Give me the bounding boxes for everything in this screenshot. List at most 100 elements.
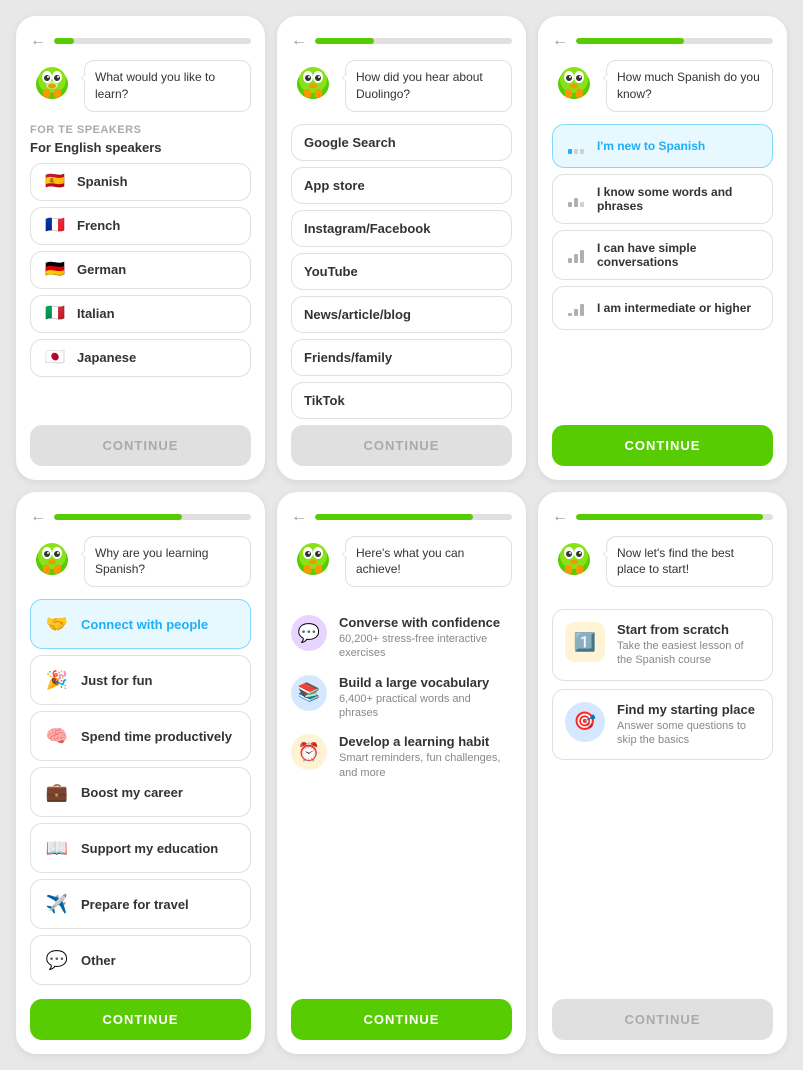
achievement-habit: ⏰ Develop a learning habit Smart reminde… <box>291 734 512 780</box>
progress-bg-4 <box>54 514 251 520</box>
lang-german[interactable]: 🇩🇪 German <box>30 251 251 289</box>
mascot-row-5: Here's what you can achieve! <box>291 536 512 588</box>
speech-bubble-5: Here's what you can achieve! <box>345 536 512 588</box>
continue-btn-4[interactable]: CONTINUE <box>30 999 251 1040</box>
continue-btn-2[interactable]: CONTINUE <box>291 425 512 466</box>
goal-label-fun: Just for fun <box>81 673 153 688</box>
bars-icon-1 <box>565 135 587 157</box>
source-instagram[interactable]: Instagram/Facebook <box>291 210 512 247</box>
goal-emoji-education: 📖 <box>43 834 71 862</box>
progress-fill-1 <box>54 38 74 44</box>
goal-options: 🤝 Connect with people 🎉 Just for fun 🧠 S… <box>30 599 251 991</box>
top-bar-2: ← <box>291 32 512 50</box>
source-youtube[interactable]: YouTube <box>291 253 512 290</box>
mascot-row-4: Why are you learning Spanish? <box>30 536 251 588</box>
achieve-icon-vocab: 📚 <box>291 675 327 711</box>
lang-label-german: German <box>77 262 126 277</box>
goal-career[interactable]: 💼 Boost my career <box>30 767 251 817</box>
bars-icon-3 <box>565 244 587 266</box>
progress-fill-6 <box>576 514 763 520</box>
flag-italian: 🇮🇹 <box>43 306 67 322</box>
start-find[interactable]: 🎯 Find my starting place Answer some que… <box>552 689 773 761</box>
back-arrow-5[interactable]: ← <box>291 508 307 526</box>
section-top-label: For te speakers <box>30 124 251 136</box>
progress-bg-5 <box>315 514 512 520</box>
continue-btn-6[interactable]: CONTINUE <box>552 999 773 1040</box>
level-conversations[interactable]: I can have simple conversations <box>552 230 773 280</box>
mascot-4 <box>30 536 74 580</box>
level-conversations-label: I can have simple conversations <box>597 241 760 269</box>
level-some-words[interactable]: I know some words and phrases <box>552 174 773 224</box>
mascot-5 <box>291 536 335 580</box>
lang-japanese[interactable]: 🇯🇵 Japanese <box>30 339 251 377</box>
mascot-row-2: How did you hear about Duolingo? <box>291 60 512 112</box>
goal-other[interactable]: 💬 Other <box>30 935 251 985</box>
start-icon-scratch: 1️⃣ <box>565 622 605 662</box>
lang-italian[interactable]: 🇮🇹 Italian <box>30 295 251 333</box>
source-appstore[interactable]: App store <box>291 167 512 204</box>
bars-icon-4 <box>565 297 587 319</box>
source-tiktok[interactable]: TikTok <box>291 382 512 419</box>
source-google[interactable]: Google Search <box>291 124 512 161</box>
goal-emoji-fun: 🎉 <box>43 666 71 694</box>
back-arrow-6[interactable]: ← <box>552 508 568 526</box>
goal-emoji-productive: 🧠 <box>43 722 71 750</box>
back-arrow-4[interactable]: ← <box>30 508 46 526</box>
goal-emoji-travel: ✈️ <box>43 890 71 918</box>
flag-japanese: 🇯🇵 <box>43 350 67 366</box>
achievement-vocab: 📚 Build a large vocabulary 6,400+ practi… <box>291 675 512 721</box>
goal-connect[interactable]: 🤝 Connect with people <box>30 599 251 649</box>
level-some-words-label: I know some words and phrases <box>597 185 760 213</box>
bars-icon-2 <box>565 188 587 210</box>
goal-emoji-career: 💼 <box>43 778 71 806</box>
start-scratch[interactable]: 1️⃣ Start from scratch Take the easiest … <box>552 609 773 681</box>
continue-btn-5[interactable]: CONTINUE <box>291 999 512 1040</box>
goal-fun[interactable]: 🎉 Just for fun <box>30 655 251 705</box>
goal-travel[interactable]: ✈️ Prepare for travel <box>30 879 251 929</box>
goal-label-career: Boost my career <box>81 785 183 800</box>
level-intermediate[interactable]: I am intermediate or higher <box>552 286 773 330</box>
card-achieve: ← <box>277 492 526 1055</box>
progress-bg-2 <box>315 38 512 44</box>
goal-education[interactable]: 📖 Support my education <box>30 823 251 873</box>
achievement-converse: 💬 Converse with confidence 60,200+ stres… <box>291 615 512 661</box>
source-news[interactable]: News/article/blog <box>291 296 512 333</box>
back-arrow-1[interactable]: ← <box>30 32 46 50</box>
speech-bubble-3: How much Spanish do you know? <box>606 60 773 112</box>
continue-btn-1[interactable]: CONTINUE <box>30 425 251 466</box>
achieve-title-vocab: Build a large vocabulary <box>339 675 512 690</box>
flag-french: 🇫🇷 <box>43 218 67 234</box>
level-new[interactable]: I'm new to Spanish <box>552 124 773 168</box>
achieve-title-habit: Develop a learning habit <box>339 734 512 749</box>
goal-productive[interactable]: 🧠 Spend time productively <box>30 711 251 761</box>
start-desc-find: Answer some questions to skip the basics <box>617 719 760 748</box>
card-start: ← <box>538 492 787 1055</box>
goal-label-education: Support my education <box>81 841 218 856</box>
app-grid: ← <box>16 16 787 1054</box>
back-arrow-2[interactable]: ← <box>291 32 307 50</box>
progress-fill-5 <box>315 514 473 520</box>
lang-spanish[interactable]: 🇪🇸 Spanish <box>30 163 251 201</box>
card-language: ← <box>16 16 265 480</box>
progress-bg-1 <box>54 38 251 44</box>
card-source: ← <box>277 16 526 480</box>
progress-fill-3 <box>576 38 684 44</box>
level-intermediate-label: I am intermediate or higher <box>597 301 751 315</box>
achieve-title-converse: Converse with confidence <box>339 615 512 630</box>
continue-btn-3[interactable]: CONTINUE <box>552 425 773 466</box>
goal-emoji-other: 💬 <box>43 946 71 974</box>
mascot-row-3: How much Spanish do you know? <box>552 60 773 112</box>
source-friends[interactable]: Friends/family <box>291 339 512 376</box>
top-bar-6: ← <box>552 508 773 526</box>
speech-bubble-4: Why are you learning Spanish? <box>84 536 251 588</box>
back-arrow-3[interactable]: ← <box>552 32 568 50</box>
flag-spanish: 🇪🇸 <box>43 174 67 190</box>
start-title-scratch: Start from scratch <box>617 622 760 637</box>
flag-german: 🇩🇪 <box>43 262 67 278</box>
lang-french[interactable]: 🇫🇷 French <box>30 207 251 245</box>
lang-label-spanish: Spanish <box>77 174 128 189</box>
speech-bubble-2: How did you hear about Duolingo? <box>345 60 512 112</box>
level-options: I'm new to Spanish I know some words and… <box>552 124 773 336</box>
progress-fill-4 <box>54 514 182 520</box>
start-desc-scratch: Take the easiest lesson of the Spanish c… <box>617 639 760 668</box>
